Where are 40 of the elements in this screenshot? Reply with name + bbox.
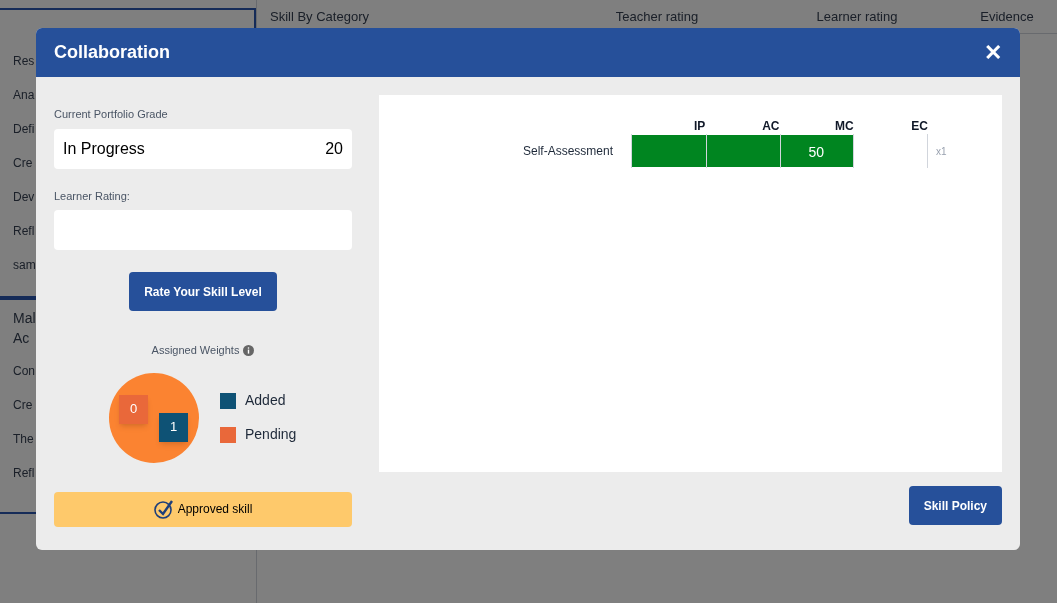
sidebar-item[interactable]: Cre	[13, 146, 33, 180]
rating-value: 50	[807, 143, 826, 162]
info-icon[interactable]	[243, 344, 255, 356]
close-button[interactable]: ✕	[984, 41, 1002, 64]
checkmark-icon	[153, 499, 174, 519]
assessment-label: Self-Assessment	[521, 143, 613, 160]
column-header: Learner rating	[815, 7, 899, 26]
grade-score: 20	[325, 138, 343, 159]
sidebar-item[interactable]: Cre	[13, 388, 33, 422]
scale-label: MC	[835, 119, 854, 133]
column-header: Evidence	[979, 7, 1035, 26]
scale-label: IP	[693, 119, 706, 133]
legend-label: Added	[245, 391, 286, 410]
sidebar-item[interactable]: Refl	[13, 456, 35, 490]
approved-text: Approved skill	[177, 501, 253, 518]
scale-label: EC	[911, 119, 928, 133]
sidebar-item[interactable]: The	[13, 422, 34, 456]
sidebar-item[interactable]: Ana	[13, 78, 35, 112]
legend-label: Pending	[245, 425, 297, 444]
weight-label: 0	[119, 394, 148, 424]
sidebar-item[interactable]: Dev	[13, 180, 35, 214]
sidebar-card-title[interactable]: Mal	[13, 308, 36, 328]
skill-policy-button[interactable]: Skill Policy	[908, 486, 1002, 525]
weight-label: 1	[159, 412, 188, 442]
dialog-title: Collaboration	[54, 41, 170, 64]
field-label: Current Portfolio Grade	[54, 107, 169, 122]
sidebar-item[interactable]: sam	[13, 248, 36, 282]
multiplier-text: x1	[936, 144, 947, 159]
weights-title: Assigned Weights	[151, 343, 240, 358]
grade-text: In Progress	[63, 138, 145, 159]
sidebar-item[interactable]: Con	[13, 354, 35, 388]
scale-label: AC	[762, 119, 780, 133]
sidebar-card-title[interactable]: Ac	[13, 328, 30, 348]
column-header: Teacher rating	[614, 7, 700, 26]
sidebar-item[interactable]: Defi	[13, 112, 35, 146]
field-label: Learner Rating:	[54, 188, 131, 204]
sidebar-item[interactable]: Res	[13, 44, 35, 78]
column-header: Skill By Category	[269, 7, 370, 26]
sidebar-item[interactable]: Refl	[13, 214, 35, 248]
rate-skill-button[interactable]: Rate Your Skill Level	[129, 272, 277, 311]
